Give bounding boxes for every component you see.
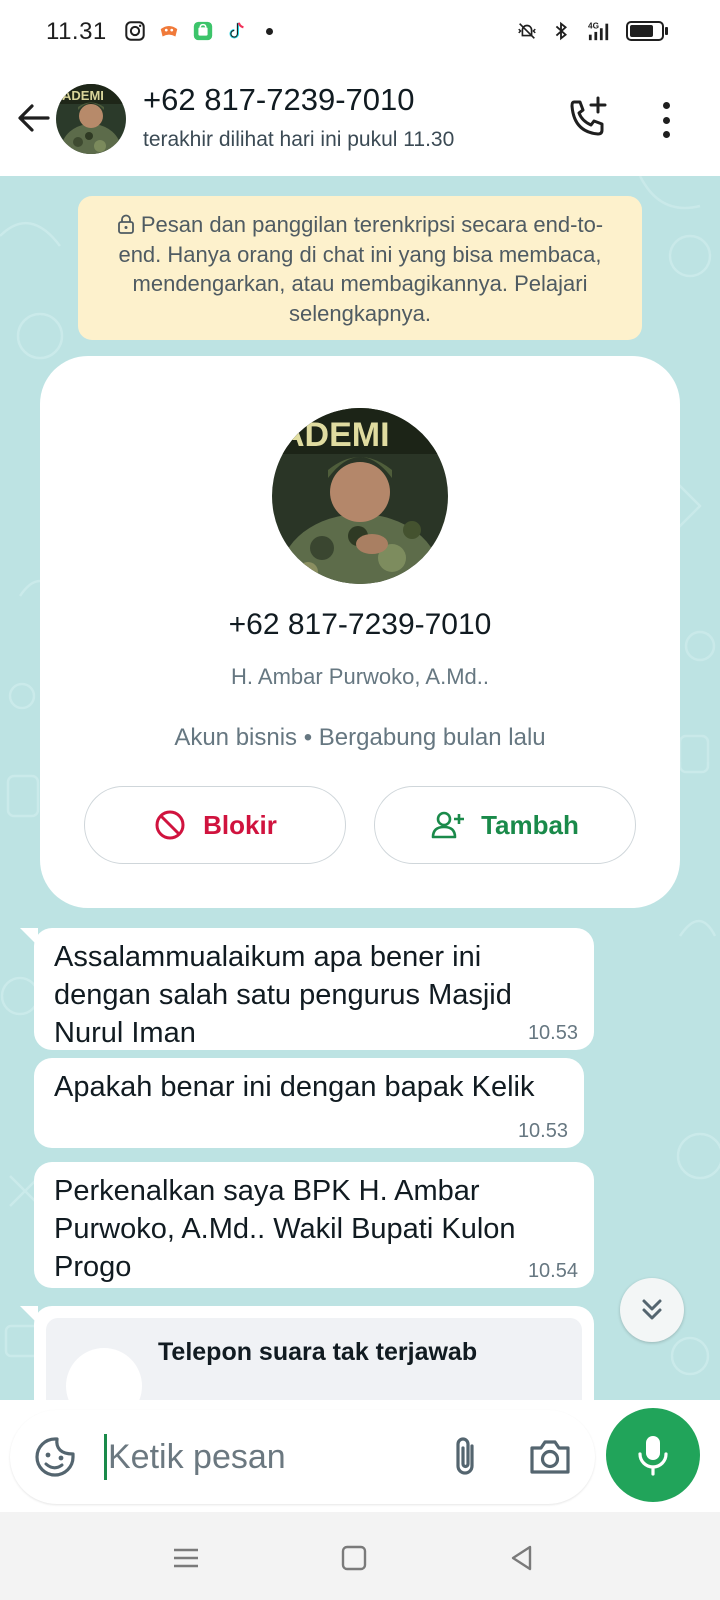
- block-button-label: Blokir: [203, 809, 277, 840]
- svg-text:4G: 4G: [588, 21, 599, 30]
- add-call-icon[interactable]: [564, 94, 612, 142]
- text-caret: [104, 1434, 107, 1480]
- double-chevron-down-icon: [642, 1299, 662, 1320]
- lock-icon: [117, 214, 134, 234]
- encryption-notice[interactable]: Pesan dan panggilan terenkripsi secara e…: [78, 196, 642, 340]
- scroll-to-bottom-button[interactable]: [620, 1278, 684, 1342]
- missed-call-inner: Telepon suara tak terjawab: [46, 1318, 582, 1400]
- signal-4g-icon: 4G: [588, 21, 609, 41]
- missed-call-icon: [66, 1348, 142, 1400]
- message-bubble[interactable]: Assalammualaikum apa bener ini dengan sa…: [20, 928, 594, 1050]
- svg-text:ADEMI: ADEMI: [62, 88, 104, 103]
- message-time: 10.54: [527, 1260, 578, 1282]
- back-triangle-icon[interactable]: [506, 1542, 538, 1574]
- message-text: Assalammualaikum apa bener ini dengan sa…: [54, 941, 512, 1049]
- message-text: Perkenalkan saya BPK H. Ambar Purwoko, A…: [54, 1175, 516, 1283]
- battery-icon: [626, 21, 668, 41]
- add-button-label: Tambah: [481, 809, 579, 840]
- last-seen-status: terakhir dilihat hari ini pukul 11.30: [143, 128, 455, 151]
- profile-photo: ADEMI: [272, 408, 448, 584]
- message-time: 10.53: [527, 1022, 578, 1044]
- chat-header: ADEMI +62 817-7239-7010 terakhir dilihat…: [0, 64, 720, 176]
- vibrate-silent-icon: [518, 23, 536, 39]
- message-composer: [10, 1410, 595, 1504]
- missed-call-card[interactable]: Telepon suara tak terjawab: [20, 1306, 594, 1400]
- mic-icon: [638, 1436, 668, 1476]
- message-text: Apakah benar ini dengan bapak Kelik: [54, 1071, 535, 1103]
- home-icon[interactable]: [338, 1542, 370, 1574]
- message-input[interactable]: [108, 1430, 428, 1484]
- chat-area[interactable]: Pesan dan panggilan terenkripsi secara e…: [0, 176, 720, 1400]
- encryption-notice-text: Pesan dan panggilan terenkripsi secara e…: [118, 212, 604, 326]
- camera-icon[interactable]: [526, 1434, 574, 1480]
- contact-title[interactable]: +62 817-7239-7010: [143, 82, 415, 118]
- sticker-emoji-icon[interactable]: [32, 1434, 78, 1480]
- battery-level: [630, 25, 654, 37]
- profile-avatar[interactable]: ADEMI: [272, 408, 448, 584]
- attach-icon[interactable]: [442, 1432, 490, 1482]
- status-system-icons: 4G: [516, 20, 668, 42]
- message-bubble[interactable]: Apakah benar ini dengan bapak Kelik 10.5…: [34, 1058, 584, 1148]
- status-time: 11.31: [46, 18, 107, 45]
- more-vert-icon[interactable]: [654, 98, 678, 142]
- profile-phone: +62 817-7239-7010: [228, 608, 492, 641]
- recent-apps-icon[interactable]: [170, 1542, 202, 1574]
- message-time: 10.53: [517, 1120, 568, 1142]
- add-person-icon: [431, 811, 465, 839]
- contact-avatar[interactable]: ADEMI: [56, 84, 126, 154]
- avatar-photo: ADEMI: [56, 84, 126, 154]
- instagram-icon: [125, 21, 145, 41]
- tiktok-icon: [229, 22, 244, 39]
- profile-business-info: Akun bisnis • Bergabung bulan lalu: [174, 724, 546, 751]
- system-navigation-bar: [0, 1512, 720, 1600]
- status-notification-icons: [124, 20, 273, 42]
- bluetooth-icon: [555, 21, 567, 41]
- block-button[interactable]: Blokir: [84, 786, 346, 864]
- profile-name: H. Ambar Purwoko, A.Md..: [231, 664, 489, 689]
- add-contact-button[interactable]: Tambah: [374, 786, 636, 864]
- message-bubble[interactable]: Perkenalkan saya BPK H. Ambar Purwoko, A…: [34, 1162, 594, 1288]
- voice-record-button[interactable]: [606, 1408, 700, 1502]
- game-icon: [160, 25, 178, 37]
- status-bar: 11.31 4G: [0, 0, 720, 64]
- notification-dot: [266, 27, 273, 35]
- missed-call-title: Telepon suara tak terjawab: [158, 1338, 478, 1366]
- back-arrow-icon[interactable]: [12, 96, 56, 140]
- store-icon: [193, 21, 213, 41]
- contact-profile-card: ADEMI +62 817-7239-7010 H. Ambar Purwoko…: [40, 356, 680, 908]
- svg-text:ADEMI: ADEMI: [280, 416, 390, 454]
- block-icon: [155, 810, 185, 840]
